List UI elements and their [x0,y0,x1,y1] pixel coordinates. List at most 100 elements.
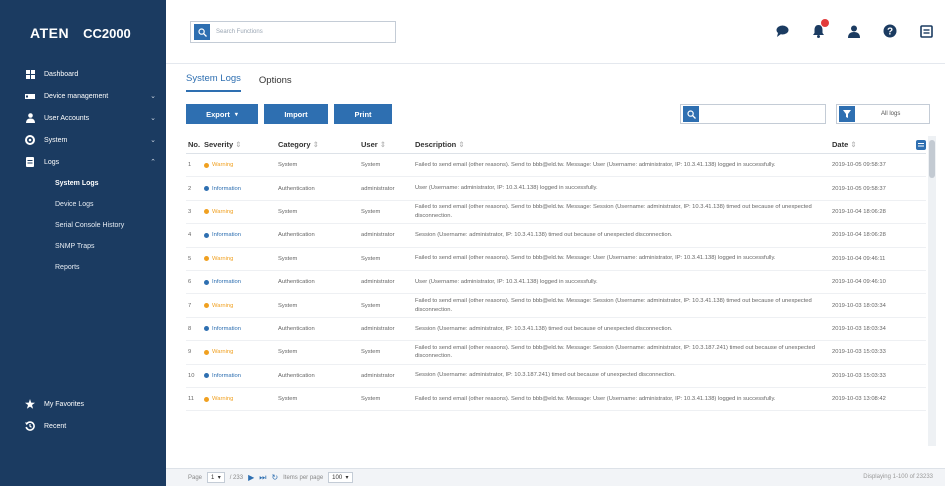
table-row[interactable]: 10 Information Authentication administrator… [186,365,926,388]
logs-icon [25,157,35,167]
info-dot-icon [204,373,209,379]
warning-dot-icon [204,209,209,215]
cell-user: System [361,208,381,215]
column-settings-icon[interactable] [916,139,926,150]
sidebar-item-device-management[interactable]: Device management ⌄ [0,88,166,104]
sidebar-item-system[interactable]: System ⌄ [0,132,166,148]
print-button[interactable]: Print [334,104,392,124]
refresh-icon[interactable]: ↻ [271,473,278,482]
table-row[interactable]: 4 Information Authentication administrator S… [186,224,926,248]
info-dot-icon [204,232,209,238]
cell-severity: Warning [204,396,278,402]
next-page-icon[interactable]: ▶ [248,473,254,482]
cell-date: 2019-10-03 15:03:33 [832,372,886,379]
search-icon[interactable] [683,106,699,122]
log-type-value: All logs [881,111,901,117]
cell-severity: Warning [204,162,278,168]
search-functions-box[interactable]: Search Functions [190,21,396,43]
table-row[interactable]: 1 Warning System System Failed to send email… [186,154,926,178]
table-row[interactable]: 11 Warning System System Failed to send emai… [186,388,926,412]
sidebar-item-dashboard[interactable]: Dashboard [0,66,166,82]
sort-icon: ⇕ [850,140,857,149]
table-row[interactable]: 8 Information Authentication administrator S… [186,318,926,342]
header-date[interactable]: Date ⇕ [828,139,926,150]
cell-no: 3 [188,208,192,215]
pagination-bar: Page 1 ▾ / 233 ▶ ⏭ ↻ Items per page 100 … [166,468,945,486]
cell-description: Failed to send email (other reasons). Se… [415,255,776,262]
cell-date: 2019-10-03 18:03:34 [832,302,886,309]
sidebar-subitem-snmp-traps[interactable]: SNMP Traps [0,239,166,254]
main-content: System Logs Options Export ▾ Import Prin… [166,64,945,486]
log-type-select[interactable]: All logs [836,104,930,124]
sidebar-item-recent[interactable]: Recent [0,418,166,434]
sidebar-item-logs[interactable]: Logs ⌃ [0,154,166,170]
cell-date: 2019-10-05 09:58:37 [832,185,886,192]
last-page-icon[interactable]: ⏭ [259,473,266,483]
search-input[interactable]: Search Functions [216,29,263,35]
cell-category: System [278,255,298,262]
brand-logo: ATEN [30,25,70,41]
cell-user: System [361,255,381,262]
export-button[interactable]: Export ▾ [186,104,258,124]
cell-category: Authentication [278,185,315,192]
sidebar-subitem-serial-console-history[interactable]: Serial Console History [0,218,166,233]
chat-icon[interactable] [773,22,791,40]
cell-date: 2019-10-04 09:46:11 [832,255,886,262]
severity-label: Warning [212,302,234,309]
sidebar-item-my-favorites[interactable]: My Favorites [0,396,166,412]
sidebar-subitem-device-logs[interactable]: Device Logs [0,197,166,212]
header-category[interactable]: Category ⇕ [278,140,361,149]
header-description[interactable]: Description ⇕ [415,139,828,150]
sidebar-subitem-system-logs[interactable]: System Logs [0,176,166,191]
severity-label: Information [212,325,241,332]
severity-label: Warning [212,396,234,403]
table-row[interactable]: 6 Information Authentication administrator U… [186,271,926,295]
cell-no: 10 [188,372,195,379]
tab-bar: System Logs Options [166,64,945,92]
warning-dot-icon [204,162,209,168]
filter-icon[interactable] [839,106,855,122]
header-severity[interactable]: Severity ⇕ [204,140,278,149]
cell-user: System [361,302,381,309]
cell-user: administrator [361,232,395,239]
tab-options[interactable]: Options [259,75,292,92]
items-per-page-select[interactable]: 100 ▾ [328,472,353,483]
sort-icon: ⇕ [312,140,319,149]
help-icon[interactable]: ? [881,22,899,40]
displaying-count: Displaying 1-100 of 23233 [863,474,933,480]
cell-no: 9 [188,349,192,356]
table-row[interactable]: 3 Warning System System Failed to send email… [186,201,926,225]
system-logs-table: No. Severity ⇕ Category ⇕ User ⇕ Descrip… [186,136,926,412]
dashboard-icon [25,69,35,79]
cell-user: administrator [361,185,395,192]
sidebar-item-label: User Accounts [44,114,90,122]
page-select[interactable]: 1 ▾ [207,472,225,483]
sidebar-item-label: Recent [44,422,67,430]
table-row[interactable]: 2 Information Authentication administrator U… [186,177,926,201]
cell-category: Authentication [278,232,315,239]
cell-category: System [278,396,298,403]
user-profile-icon[interactable] [845,22,863,40]
toolbar: Export ▾ Import Print All logs [186,104,939,126]
sidebar-item-user-accounts[interactable]: User Accounts ⌄ [0,110,166,126]
notification-icon[interactable] [809,19,829,40]
cell-severity: Warning [204,256,278,262]
log-search-field[interactable] [680,104,826,124]
sidebar-subitem-reports[interactable]: Reports [0,260,166,275]
table-row[interactable]: 9 Warning System System Failed to send email… [186,341,926,365]
cell-no: 4 [188,232,192,239]
cell-no: 2 [188,185,192,192]
table-scrollbar[interactable] [928,136,936,446]
export-window-icon[interactable] [917,22,935,40]
tab-system-logs[interactable]: System Logs [186,73,241,92]
search-icon[interactable] [194,24,210,40]
header-user[interactable]: User ⇕ [361,140,415,149]
header-no[interactable]: No. [186,140,204,149]
table-row[interactable]: 7 Warning System System Failed to send email… [186,294,926,318]
severity-label: Warning [212,255,234,262]
cell-date: 2019-10-04 18:06:28 [832,232,886,239]
table-row[interactable]: 5 Warning System System Failed to send email… [186,248,926,271]
scrollbar-thumb[interactable] [929,140,935,178]
severity-label: Information [212,185,241,192]
import-button[interactable]: Import [264,104,328,124]
